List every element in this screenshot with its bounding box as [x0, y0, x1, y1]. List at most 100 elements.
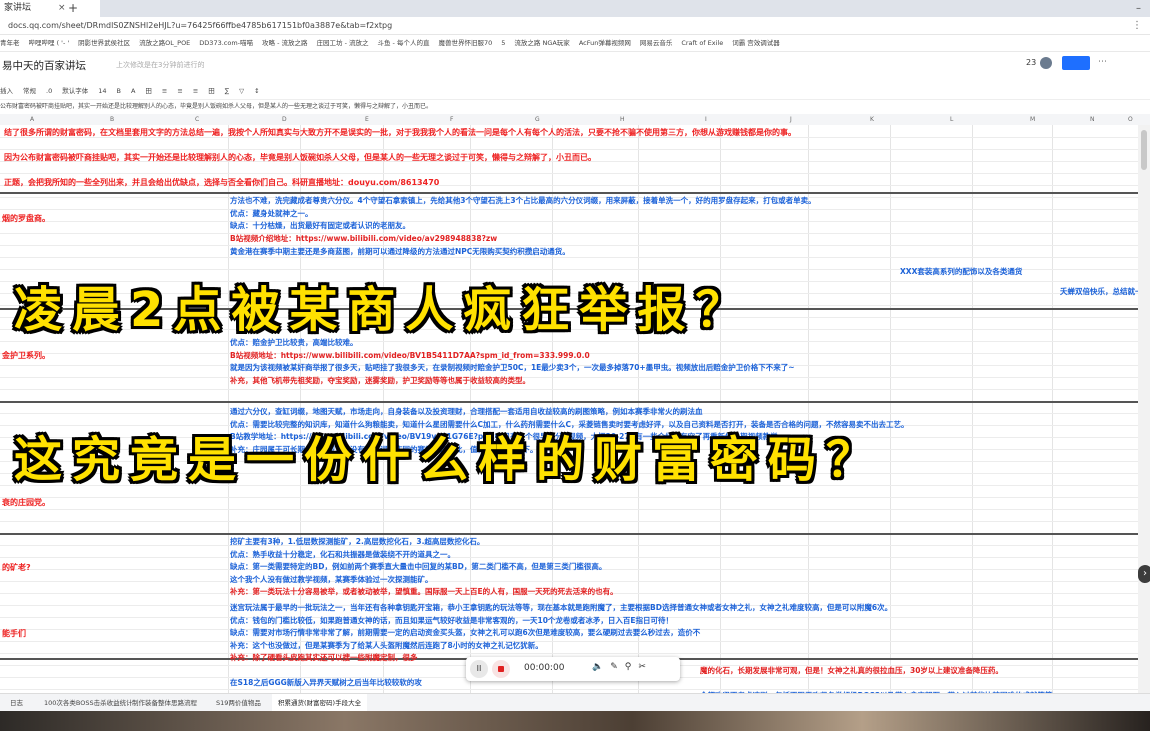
bookmark-item[interactable]: 斗鱼 - 每个人的直	[377, 39, 429, 47]
toolbar-item[interactable]: ↕	[254, 87, 259, 95]
cell-blue-text[interactable]: 黄金港在赛季中期主要还是多商蓝图，前期可以通过降级的方法通过NPC无限购买契约积…	[230, 246, 570, 257]
cell-blue-text[interactable]: 缺点：十分枯燥，出货最好有固定或者认识的老朋友。	[230, 220, 410, 231]
row-label[interactable]: 衰的庄园党。	[2, 497, 50, 508]
toolbar-item[interactable]: ∑	[225, 87, 229, 95]
toolbar-item[interactable]: ≡	[177, 87, 182, 95]
toolbar-item[interactable]: 常规	[23, 87, 36, 95]
column-header[interactable]: K	[870, 114, 874, 125]
column-header[interactable]: G	[535, 114, 540, 125]
toolbar-item[interactable]: A	[131, 87, 135, 95]
toolbar-item[interactable]: B	[116, 87, 120, 95]
toolbar-item[interactable]: 默认字体	[62, 87, 88, 95]
column-header[interactable]: D	[282, 114, 287, 125]
toolbar-item[interactable]: 田	[145, 87, 152, 95]
cell-blue-text[interactable]: XXX套装高系列的配饰以及各类通货	[900, 266, 1022, 277]
column-header[interactable]: F	[450, 114, 453, 125]
cell-blue-text[interactable]: 补充，其他飞机带先祖奖励，夺宝奖励，迷雾奖励，护卫奖励等等也属于收益较高的类型。	[230, 375, 530, 386]
cell-red-text[interactable]: 正题，会把我所知的一些全列出来，并且会给出优缺点，选择与否全看你们自己。科研直播…	[4, 177, 439, 188]
avatar[interactable]	[1040, 57, 1052, 69]
row-label[interactable]: 烟的罗盘商。	[2, 213, 50, 224]
row-label[interactable]: 金护卫系列。	[2, 350, 50, 361]
cell-blue-text[interactable]: 补充：除了硬看头皮跑其实还可以搜一些附魔定制，很多	[230, 652, 418, 663]
bookmark-item[interactable]: AcFun弹幕视频网	[579, 39, 631, 47]
cell-blue-text[interactable]: B站视频地址：https://www.bilibili.com/video/BV…	[230, 350, 590, 361]
cell-blue-text[interactable]: 优点：钱包的门槛比较低，如果跑普通女神的话，而且如果运气较好收益是非常客观的，一…	[230, 615, 673, 626]
bookmark-item[interactable]: 阴影世界武侯社区	[78, 39, 130, 47]
bookmark-item[interactable]: DD373.com-喵喵	[199, 39, 253, 47]
browser-tab-active[interactable]: 家讲坛	[0, 0, 100, 17]
column-header[interactable]: H	[620, 114, 625, 125]
cell-blue-text[interactable]: 在S18之后GGG新版入异界天赋树之后当年比较较软的攻	[230, 677, 422, 688]
bookmark-item[interactable]: 词霸 宫效调试器	[732, 39, 780, 47]
vertical-scrollbar[interactable]	[1138, 125, 1150, 693]
bookmark-item[interactable]: 网易云音乐	[640, 39, 673, 47]
cell-blue-text[interactable]: 挖矿主要有3种，1.低层数探测能矿，2.高层数挖化石，3.超高层数挖化石。	[230, 536, 484, 547]
sheet-tab[interactable]: 100次各类BOSS击杀收益统计	[38, 694, 139, 712]
cell-blue-text[interactable]: 魔的化石，长期发展非常可观，但是！女神之礼真的很拉血压，30岁以上建议准备降压药…	[700, 665, 1003, 676]
bookmark-item[interactable]: 魔兽世界怀旧服70	[438, 39, 492, 47]
bookmark-item[interactable]: 流放之路OL_POE	[139, 39, 190, 47]
column-header[interactable]: M	[1030, 114, 1035, 125]
sheet-tab[interactable]: 制作装备整体思路流程	[126, 694, 203, 712]
column-header[interactable]: C	[195, 114, 199, 125]
toolbar-item[interactable]: ≡	[193, 87, 198, 95]
player-tool-icon[interactable]: ✎	[610, 662, 625, 672]
player-tool-icon[interactable]: ✂	[638, 662, 653, 672]
column-header[interactable]: A	[30, 114, 34, 125]
row-label[interactable]: 的矿老?	[2, 562, 31, 573]
column-header[interactable]: E	[365, 114, 369, 125]
scroll-nav-icon[interactable]: ›	[1138, 565, 1150, 583]
sheet-tab[interactable]: 积累通货(财富密码)手段大全	[272, 694, 368, 712]
bookmark-item[interactable]: 流放之路 NGA玩家	[514, 39, 569, 47]
cell-blue-text[interactable]: 就是因为该视频被某奸商举报了很多天，贴吧挂了我很多天，在录制视频时赔金护卫50C…	[230, 362, 795, 373]
player-tool-icon[interactable]: ⚲	[625, 662, 639, 672]
row-label[interactable]: 能手们	[2, 628, 26, 639]
bookmark-item[interactable]: 庄园工坊 - 流放之	[317, 39, 369, 47]
scrollbar-thumb[interactable]	[1141, 130, 1147, 170]
sheet-tab[interactable]: S19两价值物品	[210, 694, 267, 712]
bookmark-item[interactable]: 哔哩哔哩 ( '- '	[29, 39, 70, 47]
cell-red-text[interactable]: 因为公布财富密码被吓商挂贴吧，其实一开始还是比较理解别人的心态，毕竟是别人饭碗如…	[4, 152, 596, 163]
column-header[interactable]: O	[1128, 114, 1133, 125]
new-tab-button[interactable]: +	[68, 0, 78, 17]
bookmark-item[interactable]: 青年老	[0, 39, 20, 47]
toolbar-item[interactable]: 插入	[0, 87, 13, 95]
toolbar-item[interactable]: ▽	[239, 87, 244, 95]
cell-blue-text[interactable]: 补充：这个也没做过，但是某赛季为了给某人头盔附魔然后连跑了8小时的女神之礼记忆犹…	[230, 640, 543, 651]
toolbar-item[interactable]: 14	[98, 87, 106, 95]
pause-button[interactable]: II	[470, 660, 488, 678]
column-header[interactable]: L	[950, 114, 953, 125]
more-icon[interactable]: ⋯	[1098, 57, 1107, 67]
cell-blue-text[interactable]: B站视频介绍地址：https://www.bilibili.com/video/…	[230, 233, 497, 244]
cell-blue-text[interactable]: 这个我个人没有做过教学视频，某赛季体验过一次探测能矿。	[230, 574, 433, 585]
column-header[interactable]: J	[790, 114, 792, 125]
browser-menu-icon[interactable]: ⋮	[1132, 17, 1142, 34]
cell-red-text[interactable]: 结了很多所谓的财富密码，在文档里套用文字的方法总结一遍，我按个人所知真实与大致方…	[4, 127, 796, 138]
cell-blue-text[interactable]: 夭蝉双倍快乐，总结就一句话尽量堆积物品数量。	[1060, 286, 1138, 297]
cell-blue-text[interactable]: 通过六分仪，查缸词缀，地图天赋，市场走向，自身装备以及投资理财，合理搭配一套适用…	[230, 406, 703, 417]
bookmark-item[interactable]: Craft of Exile	[681, 39, 723, 47]
formula-bar[interactable]: 公布财富密码被吓商挂贴吧，其实一开始还是比较理解别人的心态，毕竟是别人饭碗如杀人…	[0, 100, 1150, 115]
cell-blue-text[interactable]: 迷宫玩法属于最早的一批玩法之一，当年还有各种拿钥匙开宝箱，恭小王拿钥匙的玩法等等…	[230, 602, 892, 613]
sheet-tab[interactable]: 日志	[4, 694, 29, 712]
cell-blue-text[interactable]: 缺点：需要对市场行情非常非常了解，前期需要一定的启动资金买头盔，女神之礼可以跑6…	[230, 627, 700, 638]
column-header[interactable]: B	[110, 114, 114, 125]
column-header[interactable]: N	[1090, 114, 1095, 125]
cell-blue-text[interactable]: 缺点：第一类需要特定的BD，例如前两个赛季直大量击中回复的某BD，第二类门槛不高…	[230, 561, 606, 572]
cell-blue-text[interactable]: 优点：藏身处就神之一。	[230, 208, 313, 219]
share-button[interactable]	[1062, 56, 1090, 70]
column-header[interactable]: I	[705, 114, 707, 125]
bookmark-item[interactable]: 攻略 - 流放之路	[262, 39, 307, 47]
toolbar-item[interactable]: .0	[46, 87, 52, 95]
toolbar-item[interactable]: 田	[208, 87, 215, 95]
bookmark-item[interactable]: 5	[501, 39, 505, 47]
star-icon[interactable]: ☆	[72, 58, 81, 69]
cell-blue-text[interactable]: 补充：第一类玩法十分容易被举，或者被动被举，望慎重。国际服一天上百E的人有，国服…	[230, 586, 618, 597]
window-minimize-icon[interactable]: –	[1136, 0, 1141, 17]
tab-close-icon[interactable]: ×	[58, 0, 66, 17]
spreadsheet-grid[interactable]: 结了很多所谓的财富密码，在文档里套用文字的方法总结一遍，我按个人所知真实与大致方…	[0, 125, 1138, 693]
cell-blue-text[interactable]: 优点：熟手收益十分稳定，化石和共振器是做装绕不开的道具之一。	[230, 549, 455, 560]
cell-blue-text[interactable]: 方法也不难，洗完藏成者尊贵六分仪。4个守望石拿索镇上，先给其他3个守望石洗上3个…	[230, 195, 816, 206]
player-tool-icon[interactable]: 🔈	[592, 662, 610, 672]
toolbar-item[interactable]: ≡	[162, 87, 167, 95]
